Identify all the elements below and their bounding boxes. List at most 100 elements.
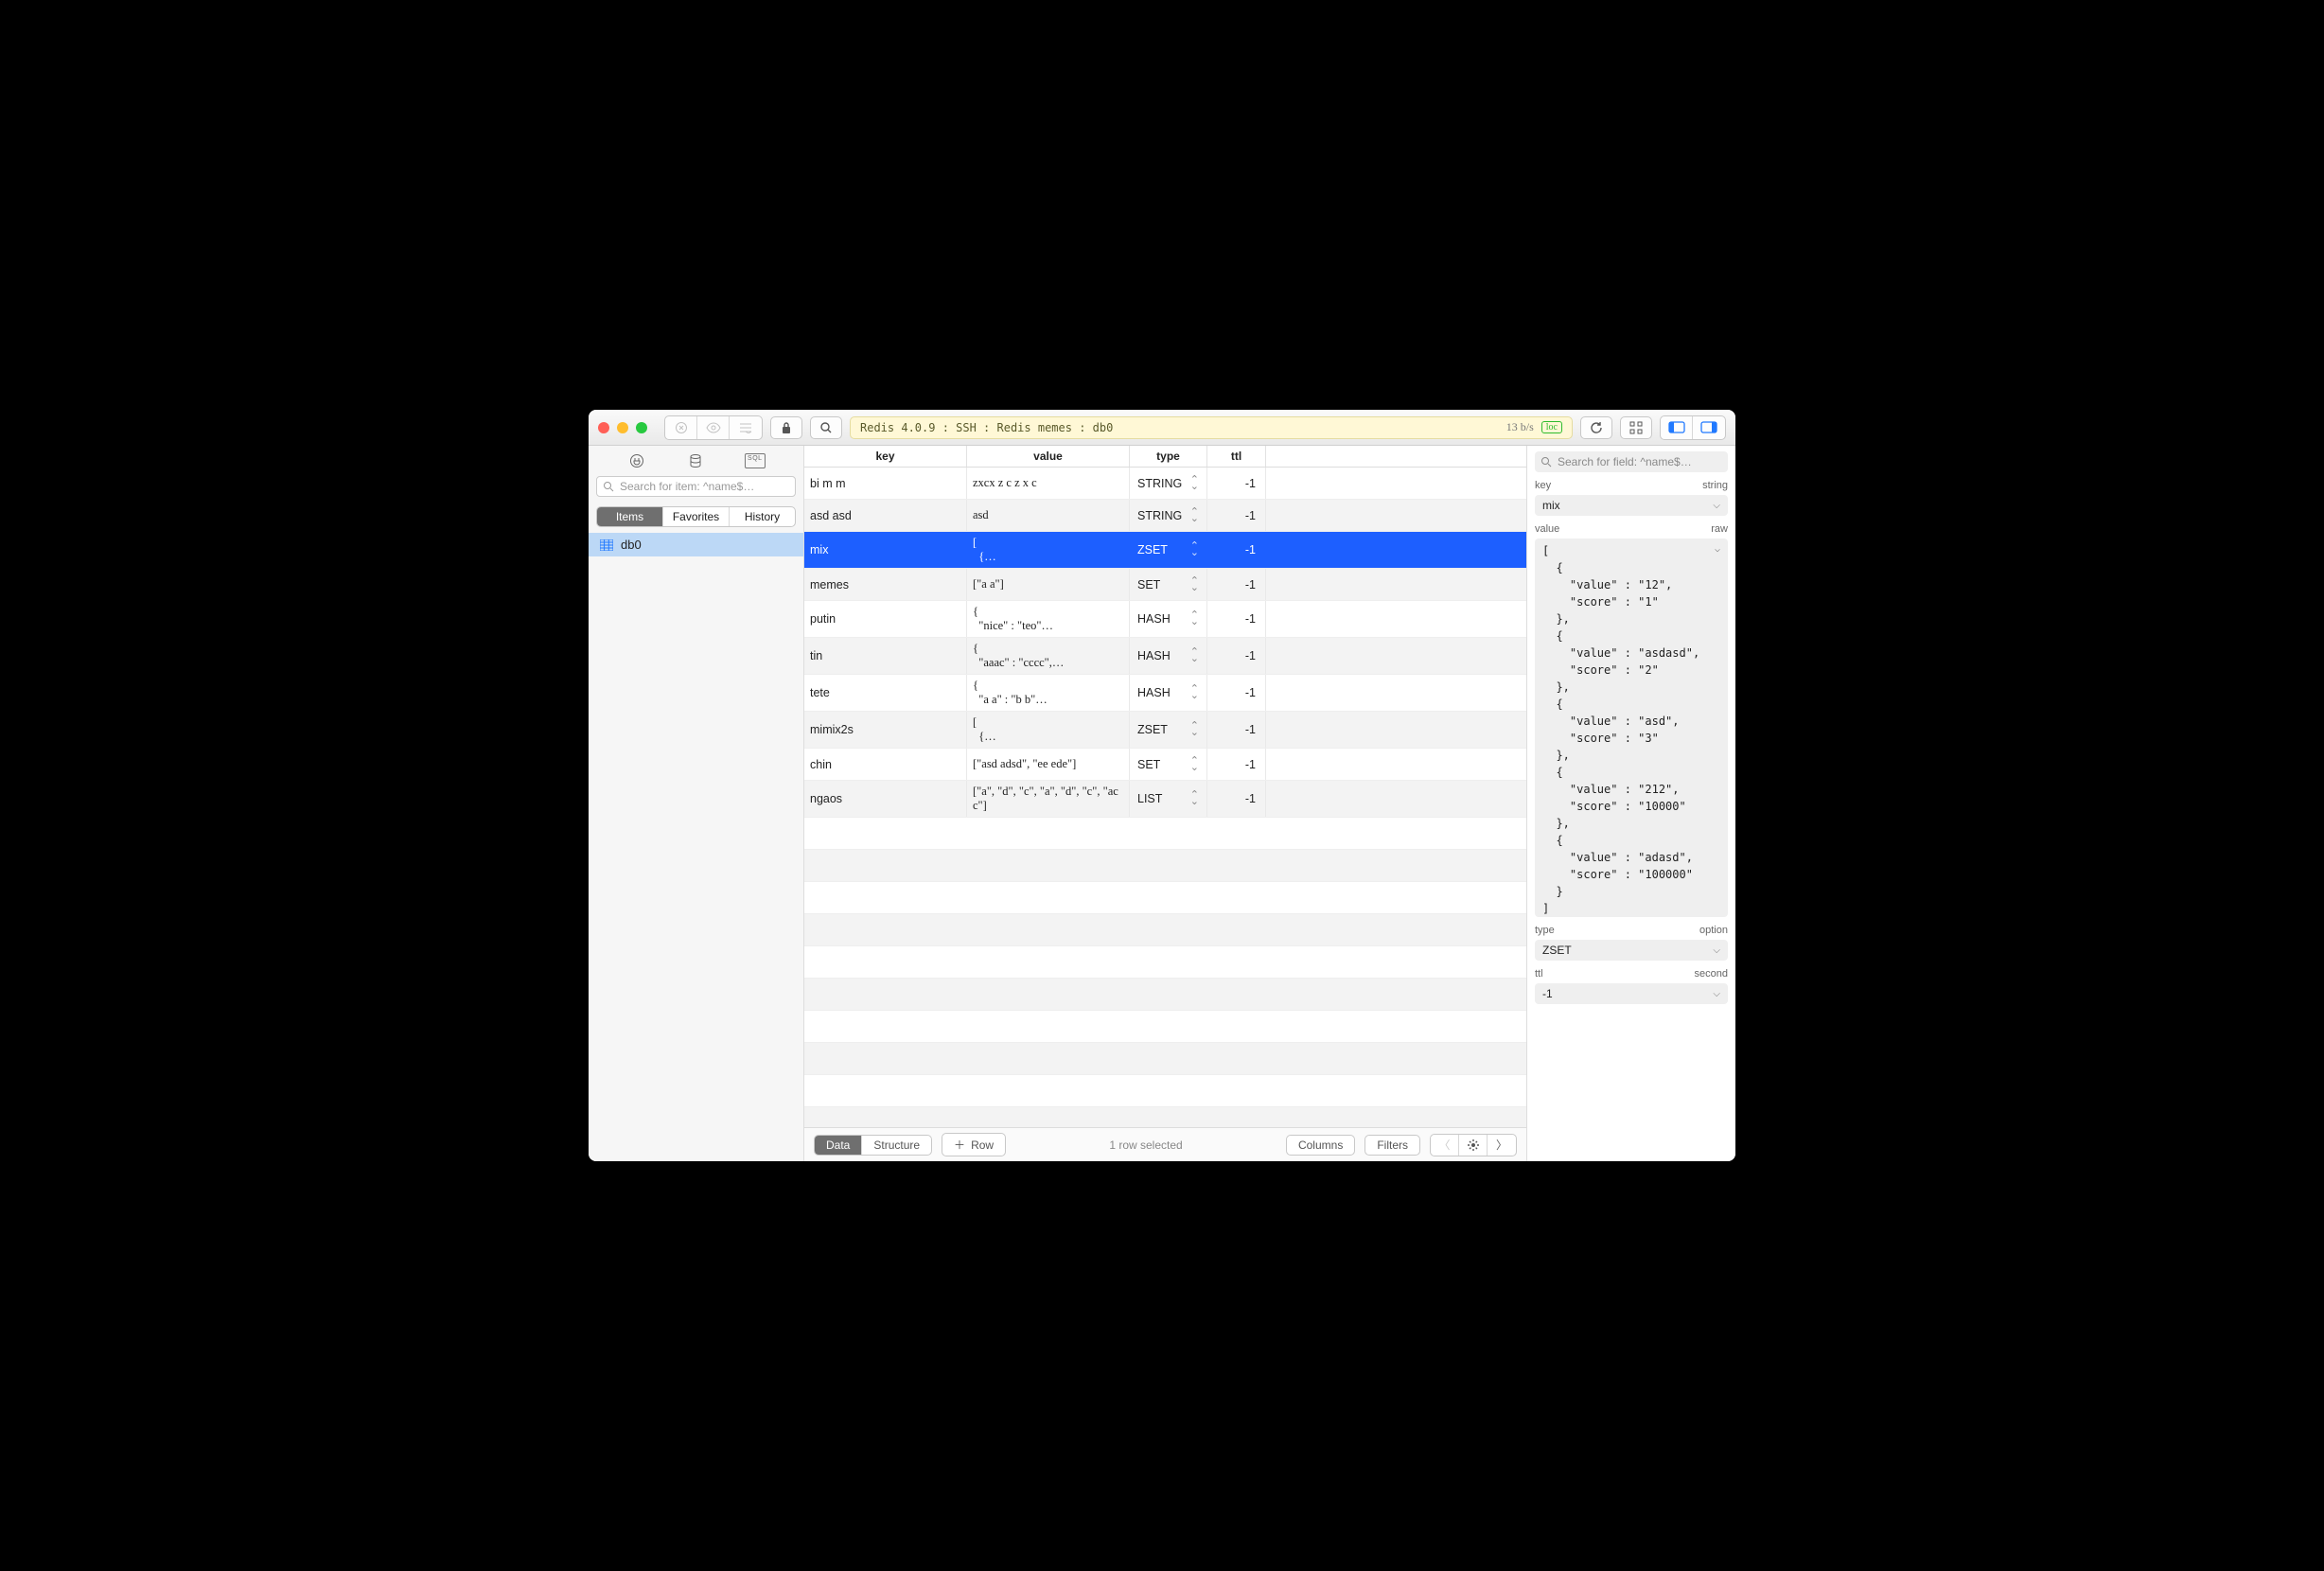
lbl-key: key (1535, 480, 1551, 491)
page-next-button[interactable]: 〉 (1488, 1135, 1516, 1156)
toolbar-group-history (664, 415, 763, 440)
table-row-empty (804, 914, 1526, 946)
inspector-value-field[interactable]: [ { "value" : "12", "score" : "1" }, { "… (1535, 538, 1728, 917)
stepper-icon[interactable]: ⌃⌄ (1190, 578, 1199, 591)
cell-type[interactable]: SET⌃⌄ (1130, 569, 1207, 600)
cell-type[interactable]: STRING⌃⌄ (1130, 468, 1207, 499)
sql-icon[interactable]: SQL (741, 453, 769, 468)
cell-type[interactable]: LIST⌃⌄ (1130, 781, 1207, 817)
table-row[interactable]: memes["a a"]SET⌃⌄-1 (804, 569, 1526, 601)
cell-key: memes (804, 569, 967, 600)
right-panel-toggle[interactable] (1693, 416, 1725, 439)
cell-type[interactable]: SET⌃⌄ (1130, 749, 1207, 780)
table-icon (600, 539, 613, 551)
cell-spacer (1266, 712, 1526, 748)
inspector-type-field[interactable]: ZSET ⌵ (1535, 940, 1728, 961)
zoom-window-button[interactable] (636, 422, 647, 433)
seg-structure[interactable]: Structure (862, 1136, 931, 1155)
col-header-value[interactable]: value (967, 446, 1130, 467)
sidebar-item-db0[interactable]: db0 (589, 533, 803, 556)
inspector-search-input[interactable]: Search for field: ^name$… (1535, 451, 1728, 472)
sidebar-search-input[interactable]: Search for item: ^name$… (596, 476, 796, 497)
inspector-ttl-value: -1 (1542, 987, 1553, 1000)
table-row-empty (804, 818, 1526, 850)
cell-key: ngaos (804, 781, 967, 817)
seg-data[interactable]: Data (815, 1136, 862, 1155)
cell-ttl: -1 (1207, 468, 1266, 499)
stepper-icon[interactable]: ⌃⌄ (1190, 612, 1199, 626)
tab-history[interactable]: History (730, 507, 795, 526)
table-row[interactable]: asd asdasdSTRING⌃⌄-1 (804, 500, 1526, 532)
lock-button[interactable] (770, 416, 802, 439)
filters-button[interactable]: Filters (1364, 1135, 1420, 1156)
tab-items[interactable]: Items (597, 507, 663, 526)
stepper-icon[interactable]: ⌃⌄ (1190, 758, 1199, 771)
stepper-icon[interactable]: ⌃⌄ (1190, 792, 1199, 805)
cell-type[interactable]: HASH⌃⌄ (1130, 675, 1207, 711)
table-row[interactable]: chin["asd adsd", "ee ede"]SET⌃⌄-1 (804, 749, 1526, 781)
toolbar-search-button[interactable] (810, 416, 842, 439)
add-row-button[interactable]: ＋ Row (942, 1133, 1006, 1156)
cell-type[interactable]: STRING⌃⌄ (1130, 500, 1207, 531)
cell-ttl: -1 (1207, 781, 1266, 817)
left-panel-toggle[interactable] (1661, 416, 1693, 439)
col-header-key[interactable]: key (804, 446, 967, 467)
table-row-empty (804, 946, 1526, 979)
plug-icon[interactable] (623, 453, 651, 468)
table-row[interactable]: putin{ "nice" : "teo"…HASH⌃⌄-1 (804, 601, 1526, 638)
cell-type[interactable]: HASH⌃⌄ (1130, 601, 1207, 637)
table-row[interactable]: ngaos["a", "d", "c", "a", "d", "c", "ac … (804, 781, 1526, 818)
stepper-icon[interactable]: ⌃⌄ (1190, 543, 1199, 556)
tab-favorites[interactable]: Favorites (663, 507, 730, 526)
cell-type[interactable]: ZSET⌃⌄ (1130, 532, 1207, 568)
table-body: bi m mzxcx z c z x cSTRING⌃⌄-1asd asdasd… (804, 468, 1526, 1127)
cell-value: { "aaac" : "cccc",… (967, 638, 1130, 674)
cell-key: bi m m (804, 468, 967, 499)
table-row[interactable]: mix[ {…ZSET⌃⌄-1 (804, 532, 1526, 569)
close-tab-button[interactable] (665, 416, 697, 439)
cell-key: tete (804, 675, 967, 711)
stepper-icon[interactable]: ⌃⌄ (1190, 477, 1199, 490)
inspector-key-value: mix (1542, 499, 1560, 512)
preview-button[interactable] (697, 416, 730, 439)
cell-ttl: -1 (1207, 601, 1266, 637)
grid-view-button[interactable] (1620, 416, 1652, 439)
stepper-icon[interactable]: ⌃⌄ (1190, 509, 1199, 522)
lbl-type: type (1535, 925, 1555, 936)
col-header-ttl[interactable]: ttl (1207, 446, 1266, 467)
table-row[interactable]: mimix2s[ {…ZSET⌃⌄-1 (804, 712, 1526, 749)
table-row[interactable]: tete{ "a a" : "b b"…HASH⌃⌄-1 (804, 675, 1526, 712)
stepper-icon[interactable]: ⌃⌄ (1190, 723, 1199, 736)
stepper-icon[interactable]: ⌃⌄ (1190, 686, 1199, 699)
connection-breadcrumb[interactable]: Redis 4.0.9 : SSH : Redis memes : db0 13… (850, 416, 1573, 439)
cell-spacer (1266, 532, 1526, 568)
plus-icon: ＋ (954, 1137, 965, 1153)
page-settings-button[interactable] (1459, 1135, 1488, 1156)
table-row[interactable]: tin{ "aaac" : "cccc",…HASH⌃⌄-1 (804, 638, 1526, 675)
inspector-ttl-field[interactable]: -1 ⌵ (1535, 983, 1728, 1004)
cell-key: mix (804, 532, 967, 568)
database-icon[interactable] (681, 453, 710, 468)
cell-ttl: -1 (1207, 712, 1266, 748)
stepper-icon[interactable]: ⌃⌄ (1190, 649, 1199, 662)
lbl-value-fmt: raw (1711, 523, 1728, 535)
table-row-empty (804, 850, 1526, 882)
inspector-key-field[interactable]: mix ⌵ (1535, 495, 1728, 516)
page-prev-button[interactable]: 〈 (1431, 1135, 1459, 1156)
cell-value: { "a a" : "b b"… (967, 675, 1130, 711)
breadcrumb-text: Redis 4.0.9 : SSH : Redis memes : db0 (860, 421, 1113, 434)
columns-button[interactable]: Columns (1286, 1135, 1355, 1156)
inspector-search-placeholder: Search for field: ^name$… (1558, 455, 1692, 468)
list-button[interactable] (730, 416, 762, 439)
chevron-down-icon: ⌵ (1715, 542, 1720, 556)
refresh-button[interactable] (1580, 416, 1612, 439)
cell-type[interactable]: HASH⌃⌄ (1130, 638, 1207, 674)
minimize-window-button[interactable] (617, 422, 628, 433)
cell-key: tin (804, 638, 967, 674)
cell-value: { "nice" : "teo"… (967, 601, 1130, 637)
table-row[interactable]: bi m mzxcx z c z x cSTRING⌃⌄-1 (804, 468, 1526, 500)
close-window-button[interactable] (598, 422, 609, 433)
col-header-type[interactable]: type (1130, 446, 1207, 467)
cell-type[interactable]: ZSET⌃⌄ (1130, 712, 1207, 748)
search-icon (603, 481, 614, 492)
